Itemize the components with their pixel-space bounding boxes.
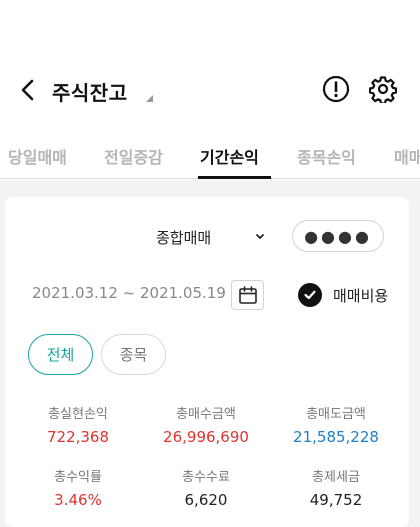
filter-chip-all[interactable]: 전체	[28, 334, 93, 375]
settings-button[interactable]	[368, 74, 398, 104]
tab-bar: 당일매매 전일증감 기간손익 종목손익 매매	[0, 132, 420, 179]
title-caret-icon	[146, 95, 153, 102]
app-header: 주식잔고	[0, 62, 420, 120]
filter-chip-stock[interactable]: 종목	[101, 334, 166, 375]
tab-stock-pnl[interactable]: 종목손익	[297, 144, 356, 168]
password-field[interactable]: ●●●●	[292, 220, 384, 252]
stat-value: 722,368	[46, 428, 110, 446]
stat-value: 3.46%	[54, 491, 102, 509]
stat-label: 총제세금	[312, 470, 360, 485]
info-button[interactable]	[321, 74, 351, 104]
stat-value: 21,585,228	[293, 428, 379, 446]
stat-label: 총매도금액	[306, 407, 366, 422]
tab-prev-day-change[interactable]: 전일증감	[104, 144, 163, 168]
tab-trade-more[interactable]: 매매	[394, 144, 420, 168]
stat-value: 49,752	[309, 491, 363, 509]
stat-total-return-rate: 총수익률 3.46%	[18, 466, 138, 509]
tab-period-pnl[interactable]: 기간손익	[200, 144, 259, 168]
page-title: 주식잔고	[52, 81, 128, 105]
fee-checkbox-label[interactable]: 매매비용	[333, 285, 388, 306]
stat-total-buy-amount: 총매수금액 26,996,690	[146, 403, 266, 446]
account-type-select[interactable]: 종합매매	[140, 222, 275, 252]
stat-total-commission: 총수수료 6,620	[146, 466, 266, 509]
account-type-value: 종합매매	[156, 228, 212, 247]
exclamation-circle-icon	[322, 75, 350, 103]
tab-today-trade[interactable]: 당일매매	[8, 144, 67, 168]
stat-total-tax: 총제세금 49,752	[276, 466, 396, 509]
stat-total-sell-amount: 총매도금액 21,585,228	[276, 403, 396, 446]
chevron-left-icon	[21, 79, 34, 101]
stat-total-realized-pnl: 총실현손익 722,368	[18, 403, 138, 446]
stat-value: 26,996,690	[163, 428, 249, 446]
status-bar	[0, 0, 420, 60]
stat-label: 총수수료	[182, 470, 230, 485]
stat-label: 총수익률	[54, 470, 102, 485]
chevron-down-icon	[256, 234, 264, 239]
stat-label: 총실현손익	[48, 407, 108, 422]
fee-checkbox[interactable]	[298, 283, 322, 307]
active-tab-indicator	[198, 176, 271, 179]
back-button[interactable]	[14, 76, 42, 104]
gear-icon	[369, 76, 397, 103]
calendar-button[interactable]	[231, 280, 264, 310]
calendar-icon	[238, 286, 257, 304]
date-range[interactable]: 2021.03.12 ~ 2021.05.19	[32, 284, 226, 302]
stat-value: 6,620	[184, 491, 228, 509]
stat-label: 총매수금액	[176, 407, 236, 422]
check-icon	[304, 290, 316, 300]
